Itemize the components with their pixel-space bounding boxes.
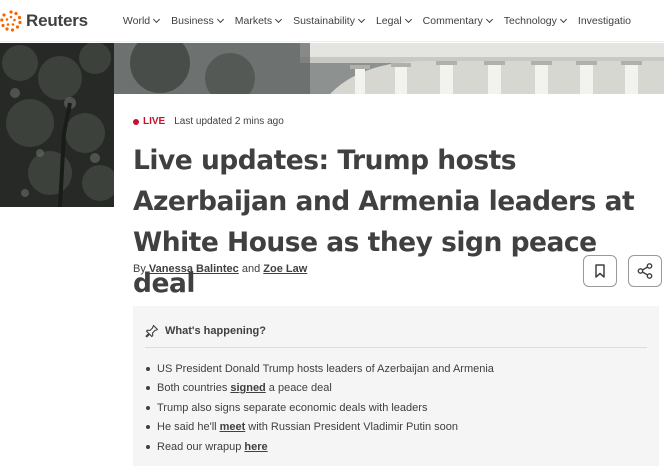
chevron-down-icon xyxy=(153,15,161,23)
list-item-text: Trump also signs separate economic deals… xyxy=(157,401,428,414)
nav-item-sustainability[interactable]: Sustainability xyxy=(293,14,366,27)
byline-prefix: By xyxy=(133,263,146,275)
live-label: LIVE xyxy=(143,116,166,127)
share-button[interactable] xyxy=(628,255,662,287)
top-navigation: Reuters World Business Markets Sustainab… xyxy=(0,0,664,42)
article-headline: Live updates: Trump hosts Azerbaijan and… xyxy=(133,145,635,299)
meet-link[interactable]: meet xyxy=(220,421,246,433)
whats-happening-header: What's happening? xyxy=(145,324,266,338)
nav-item-business[interactable]: Business xyxy=(171,14,224,27)
list-item: US President Donald Trump hosts leaders … xyxy=(145,359,494,379)
hero-image-tree xyxy=(0,43,114,207)
article-meta: LIVE Last updated 2 mins ago xyxy=(133,116,284,127)
chevron-down-icon xyxy=(559,15,567,23)
nav-item-commentary[interactable]: Commentary xyxy=(422,14,493,27)
list-item: He said he'll meet with Russian Presiden… xyxy=(145,418,494,438)
live-indicator-icon xyxy=(133,118,139,125)
whats-happening-title: What's happening? xyxy=(165,325,266,337)
wrapup-link[interactable]: here xyxy=(244,441,267,453)
list-item: Both countries signed a peace deal xyxy=(145,379,494,399)
chevron-down-icon xyxy=(275,15,283,23)
author-link-vanessa-balintec[interactable]: Vanessa Balintec xyxy=(149,263,239,275)
nav-label: Markets xyxy=(234,14,273,27)
pin-icon xyxy=(145,324,159,338)
nav-label: Commentary xyxy=(422,14,483,27)
article-card: LIVE Last updated 2 mins ago Live update… xyxy=(114,94,664,466)
byline-and: and xyxy=(241,263,261,275)
list-item-text: Read our wrapup xyxy=(157,440,242,453)
share-icon xyxy=(637,263,653,279)
byline: By Vanessa Balintec and Zoe Law xyxy=(133,263,307,275)
nav-label: World xyxy=(122,14,151,27)
chevron-down-icon xyxy=(404,15,412,23)
list-item-text: Both countries xyxy=(157,382,228,395)
list-item-text: with Russian President Vladimir Putin so… xyxy=(248,421,458,434)
divider xyxy=(145,347,647,348)
reuters-logo[interactable]: Reuters xyxy=(0,0,88,42)
nav-item-world[interactable]: World xyxy=(122,14,161,27)
nav-label: Business xyxy=(171,14,214,27)
nav-item-technology[interactable]: Technology xyxy=(503,14,567,27)
whats-happening-list: US President Donald Trump hosts leaders … xyxy=(145,359,494,457)
reuters-logo-icon xyxy=(0,9,22,32)
author-link-zoe-law[interactable]: Zoe Law xyxy=(263,263,307,275)
last-updated: Last updated 2 mins ago xyxy=(174,116,284,127)
tree-foliage-graphic xyxy=(0,43,114,207)
nav-label: Sustainability xyxy=(293,14,355,27)
nav-item-legal[interactable]: Legal xyxy=(375,14,412,27)
chevron-down-icon xyxy=(216,15,224,23)
main-nav: World Business Markets Sustainability Le… xyxy=(123,15,643,27)
list-item: Read our wrapup here xyxy=(145,437,494,457)
list-item: Trump also signs separate economic deals… xyxy=(145,398,494,418)
nav-label: Technology xyxy=(503,14,557,27)
chevron-down-icon xyxy=(357,15,366,23)
nav-label: Investigatio xyxy=(577,14,632,27)
list-item-text: He said he'll xyxy=(157,421,217,434)
chevron-down-icon xyxy=(485,15,493,23)
whats-happening-box: What's happening? US President Donald Tr… xyxy=(133,306,659,466)
nav-item-markets[interactable]: Markets xyxy=(234,14,283,27)
list-item-text: a peace deal xyxy=(268,382,332,395)
signed-link[interactable]: signed xyxy=(230,382,265,394)
bookmark-button[interactable] xyxy=(583,255,617,287)
brand-name: Reuters xyxy=(26,10,88,30)
nav-item-investigations[interactable]: Investigatio xyxy=(578,15,631,27)
list-item-text: US President Donald Trump hosts leaders … xyxy=(157,362,494,375)
nav-label: Legal xyxy=(375,14,402,27)
bookmark-icon xyxy=(595,264,605,278)
